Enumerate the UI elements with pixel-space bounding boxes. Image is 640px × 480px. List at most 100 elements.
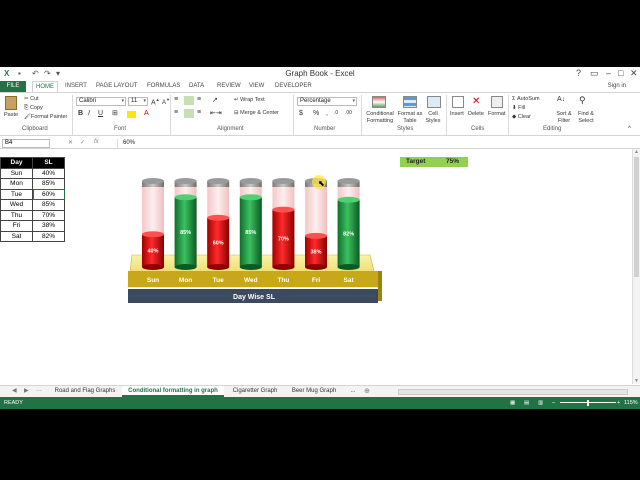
align-center-icon[interactable]	[184, 109, 194, 118]
vertical-scrollbar[interactable]: ▲ ▼	[632, 149, 640, 384]
minimize-button[interactable]: –	[606, 68, 611, 78]
decrease-decimal-icon[interactable]: .00	[345, 110, 352, 116]
conditional-formatting-icon[interactable]	[372, 96, 386, 108]
sheet-tab-conditional[interactable]: Conditional formatting in graph	[122, 386, 224, 397]
autosum-button[interactable]: Σ AutoSum	[512, 96, 540, 102]
sort-filter-icon[interactable]: A↓	[557, 96, 565, 103]
percent-button[interactable]: %	[313, 110, 319, 117]
worksheet-grid[interactable]: Day SL Sun 40% Mon 85% Tue 60% Wed 85% T…	[0, 157, 632, 384]
font-size-select[interactable]: 11 ▾	[128, 97, 148, 106]
normal-view-icon[interactable]: ▦	[510, 397, 515, 409]
scroll-down-icon[interactable]: ▼	[634, 378, 639, 384]
collapse-ribbon-icon[interactable]: ^	[628, 126, 631, 132]
delete-button[interactable]: Delete	[468, 111, 484, 117]
italic-button[interactable]: I	[88, 110, 90, 117]
align-middle-icon[interactable]	[184, 96, 194, 105]
fill-button[interactable]: ⬇ Fill	[512, 105, 525, 111]
tab-insert[interactable]: INSERT	[62, 81, 90, 92]
conditional-formatting-button[interactable]: Conditional Formatting	[364, 111, 396, 125]
name-box[interactable]: B4	[2, 139, 50, 148]
tab-formulas[interactable]: FORMULAS	[144, 81, 183, 92]
cell-styles-button[interactable]: Cell Styles	[422, 111, 444, 125]
align-bottom-icon[interactable]: ≡	[197, 96, 201, 103]
format-table-icon[interactable]	[403, 96, 417, 108]
tab-data[interactable]: DATA	[186, 81, 207, 92]
grow-font-button[interactable]: A▲	[151, 97, 160, 106]
enter-icon[interactable]: ✓	[80, 139, 85, 146]
bold-button[interactable]: B	[78, 110, 83, 117]
align-right-icon[interactable]: ≡	[197, 109, 201, 116]
zoom-slider-thumb[interactable]	[587, 400, 589, 406]
orientation-icon[interactable]: ↗	[212, 96, 218, 104]
cylinder-wed[interactable]: 85% Wed	[239, 178, 262, 284]
cylinder-sun[interactable]: 40% Sun	[142, 178, 164, 284]
add-sheet-icon[interactable]: ⊕	[364, 387, 370, 395]
target-cell[interactable]: Target 75%	[400, 157, 468, 167]
sl-cell[interactable]: 82%	[32, 230, 65, 242]
cell-styles-icon[interactable]	[427, 96, 441, 108]
insert-cells-icon[interactable]	[452, 96, 464, 108]
delete-cells-icon[interactable]: ✕	[472, 96, 480, 107]
paste-icon[interactable]	[5, 96, 17, 110]
sl-cell[interactable]: 85%	[32, 199, 65, 211]
sheet-tab-beer-mug[interactable]: Beer Mug Graph	[286, 386, 342, 397]
sign-in-link[interactable]: Sign in	[608, 81, 626, 92]
cancel-icon[interactable]: ✕	[68, 139, 73, 146]
format-button[interactable]: Format	[488, 111, 505, 117]
day-cell[interactable]: Mon	[0, 178, 33, 190]
format-cells-icon[interactable]	[491, 96, 503, 108]
sl-cell[interactable]: 85%	[32, 178, 65, 190]
tab-page-layout[interactable]: PAGE LAYOUT	[93, 81, 140, 92]
clear-button[interactable]: ◆ Clear	[512, 114, 531, 120]
fill-color-icon[interactable]	[127, 111, 136, 118]
font-color-icon[interactable]: A	[144, 110, 149, 117]
tab-developer[interactable]: DEVELOPER	[272, 81, 315, 92]
insert-button[interactable]: Insert	[450, 111, 464, 117]
wrap-text-button[interactable]: ↵ Wrap Text	[234, 97, 265, 103]
number-format-select[interactable]: Percentage ▾	[297, 97, 357, 106]
merge-center-button[interactable]: ⊟ Merge & Center	[234, 110, 279, 116]
formula-input[interactable]: 60%	[117, 139, 637, 148]
scroll-up-icon[interactable]: ▲	[634, 149, 639, 155]
next-sheet-icon[interactable]: ▶	[24, 387, 29, 394]
day-cell[interactable]: Tue	[0, 188, 33, 200]
font-name-select[interactable]: Calibri ▾	[76, 97, 126, 106]
sheet-tab-road-flag[interactable]: Road and Flag Graphs	[50, 386, 120, 397]
copy-button[interactable]: ⎘ Copy	[24, 105, 43, 112]
tab-view[interactable]: VIEW	[246, 81, 267, 92]
zoom-out-icon[interactable]: –	[552, 397, 555, 409]
day-cell[interactable]: Sat	[0, 230, 33, 242]
day-cell[interactable]: Thu	[0, 209, 33, 221]
tab-review[interactable]: REVIEW	[214, 81, 244, 92]
cylinder-fri[interactable]: 38% Fri	[305, 178, 327, 284]
align-top-icon[interactable]: ≡	[174, 96, 178, 103]
sl-cell[interactable]: 70%	[32, 209, 65, 221]
tab-home[interactable]: HOME	[32, 81, 58, 92]
page-break-view-icon[interactable]: ▥	[538, 397, 543, 409]
maximize-button[interactable]: □	[618, 68, 623, 78]
sl-cell-selected[interactable]: 60%	[32, 188, 65, 200]
increase-decimal-icon[interactable]: .0	[334, 110, 338, 116]
sl-cell[interactable]: 40%	[32, 167, 65, 179]
tab-file[interactable]: FILE	[0, 81, 26, 92]
borders-icon[interactable]: ⊞	[112, 109, 118, 117]
ribbon-options-icon[interactable]: ▭	[590, 68, 599, 79]
sort-filter-button[interactable]: Sort & Filter	[554, 111, 574, 125]
prev-sheet-icon[interactable]: ◀	[12, 387, 17, 394]
day-cell[interactable]: Fri	[0, 220, 33, 232]
cylinder-sat[interactable]: 82% Sat	[337, 178, 360, 284]
day-cell[interactable]: Sun	[0, 167, 33, 179]
find-select-button[interactable]: Find & Select	[575, 111, 597, 125]
close-button[interactable]: ✕	[630, 68, 638, 79]
horizontal-scrollbar[interactable]	[398, 389, 628, 395]
underline-button[interactable]: U	[98, 110, 103, 117]
format-as-table-button[interactable]: Format as Table	[396, 111, 424, 125]
zoom-level[interactable]: 115%	[624, 397, 638, 409]
sheet-tab-more[interactable]: ...	[346, 386, 360, 397]
page-layout-view-icon[interactable]: ▤	[524, 397, 529, 409]
insert-function-button[interactable]: fx	[94, 139, 99, 145]
header-sl[interactable]: SL	[32, 157, 65, 169]
format-painter-button[interactable]: 🖌Format Painter	[24, 114, 67, 120]
sl-cell[interactable]: 38%	[32, 220, 65, 232]
binoculars-icon[interactable]: ⚲	[579, 95, 586, 106]
